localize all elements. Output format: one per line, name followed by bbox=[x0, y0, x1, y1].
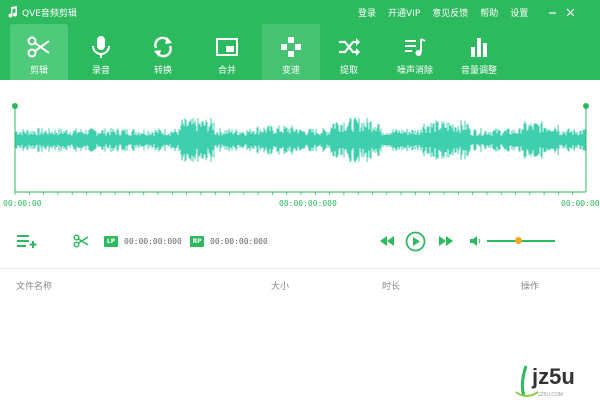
rp-time: 00:00:00:000 bbox=[210, 237, 268, 246]
rewind-icon[interactable] bbox=[380, 236, 394, 246]
watermark-subtext: JZ5U.COM bbox=[538, 392, 563, 398]
tab-label: 提取 bbox=[339, 66, 358, 76]
tab-volume-adjust[interactable]: 音量调整 bbox=[450, 24, 508, 80]
lp-tag[interactable]: LP bbox=[104, 236, 118, 247]
scissors-icon bbox=[27, 36, 50, 58]
volume-adjust-icon bbox=[471, 38, 487, 57]
close-icon[interactable] bbox=[561, 3, 579, 21]
file-list-body[interactable] bbox=[0, 298, 600, 405]
column-actions: 操作 bbox=[521, 282, 540, 292]
merge-icon bbox=[216, 38, 238, 56]
watermark-logo: jz5u JZ5U.COM bbox=[512, 362, 596, 402]
tab-record[interactable]: 录音 bbox=[72, 24, 130, 80]
volume-slider-thumb[interactable] bbox=[515, 237, 523, 244]
tab-convert[interactable]: 转换 bbox=[134, 24, 192, 80]
column-size: 大小 bbox=[271, 282, 290, 292]
end-time: 00:00:00 bbox=[561, 199, 600, 208]
extract-icon bbox=[339, 38, 360, 56]
rp-tag[interactable]: RP bbox=[190, 236, 204, 247]
tab-label: 噪声消除 bbox=[396, 66, 433, 76]
cut-scissors-icon[interactable] bbox=[73, 234, 89, 248]
login-link[interactable]: 登录 bbox=[358, 6, 376, 19]
feedback-link[interactable]: 意见反馈 bbox=[432, 6, 468, 19]
left-marker-handle bbox=[12, 103, 18, 109]
tab-label: 音量调整 bbox=[460, 66, 497, 76]
start-time: 00:00:00 bbox=[3, 199, 42, 208]
minimize-icon[interactable] bbox=[543, 3, 561, 21]
file-list-header: 文件名称 大小 时长 操作 bbox=[0, 268, 600, 298]
mid-time: 00:00:00:000 bbox=[279, 199, 337, 208]
speed-icon bbox=[281, 37, 301, 57]
waveform bbox=[15, 117, 586, 163]
column-file-name: 文件名称 bbox=[16, 282, 53, 292]
tab-denoise[interactable]: 噪声消除 bbox=[386, 24, 444, 80]
tab-label: 剪辑 bbox=[29, 66, 48, 76]
add-file-icon[interactable] bbox=[16, 233, 38, 249]
main-toolbar: 剪辑 录音 转换 合并 变速 提取 噪声消除 音量调整 bbox=[0, 24, 600, 80]
tab-label: 变速 bbox=[281, 66, 300, 76]
settings-link[interactable]: 设置 bbox=[510, 6, 528, 19]
tab-label: 合并 bbox=[217, 66, 236, 76]
help-link[interactable]: 帮助 bbox=[480, 6, 498, 19]
window-controls bbox=[543, 3, 579, 21]
lp-time: 00:00:00:000 bbox=[124, 237, 182, 246]
tab-label: 转换 bbox=[153, 66, 172, 76]
vip-link[interactable]: 开通VIP bbox=[388, 6, 420, 19]
title-bar: QVE音频剪辑 登录 开通VIP 意见反馈 帮助 设置 bbox=[0, 0, 600, 24]
app-title: QVE音频剪辑 bbox=[22, 9, 77, 19]
watermark-text: jz5u bbox=[532, 364, 575, 389]
tab-label: 录音 bbox=[91, 66, 110, 76]
play-icon[interactable] bbox=[405, 231, 426, 252]
right-marker-handle bbox=[583, 103, 589, 109]
denoise-icon bbox=[405, 38, 426, 56]
microphone-icon bbox=[92, 36, 110, 58]
tab-extract[interactable]: 提取 bbox=[320, 24, 378, 80]
volume-icon[interactable] bbox=[470, 236, 482, 246]
tab-cut[interactable]: 剪辑 bbox=[10, 24, 68, 80]
convert-icon bbox=[154, 36, 172, 58]
tab-speed[interactable]: 变速 bbox=[262, 24, 320, 80]
fast-forward-icon[interactable] bbox=[439, 236, 453, 246]
column-duration: 时长 bbox=[382, 282, 401, 292]
waveform-canvas[interactable] bbox=[0, 80, 600, 205]
tab-merge[interactable]: 合并 bbox=[198, 24, 256, 80]
top-menu: 登录 开通VIP 意见反馈 帮助 设置 bbox=[358, 6, 540, 19]
music-note-icon bbox=[8, 6, 18, 18]
